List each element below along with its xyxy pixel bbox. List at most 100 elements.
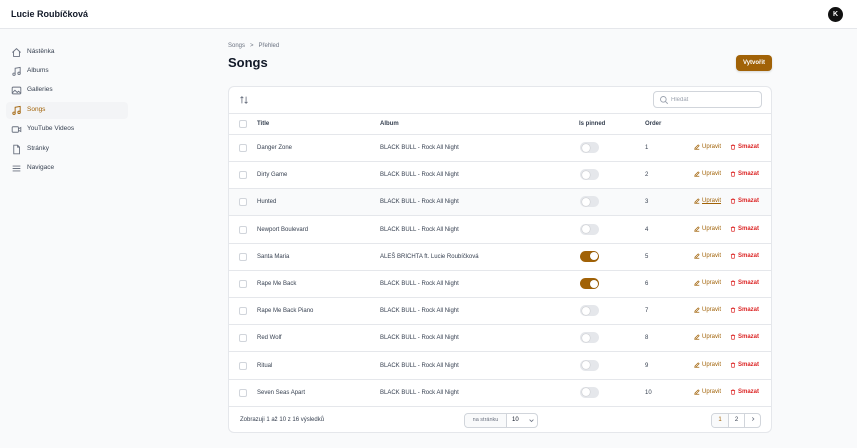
is-pinned-toggle[interactable]	[580, 169, 599, 181]
breadcrumb: Songs > Přehled	[228, 43, 279, 49]
sidebar-item-songs[interactable]: Songs	[6, 102, 128, 119]
edit-button[interactable]: Upravit	[694, 362, 721, 368]
row-checkbox[interactable]	[239, 252, 247, 261]
edit-button[interactable]: Upravit	[694, 307, 721, 313]
edit-button[interactable]: Upravit	[694, 389, 721, 395]
sidebar-item-stranky[interactable]: Stránky	[6, 141, 128, 158]
table-row[interactable]: Hunted BLACK BULL - Rock All Night 3 Upravi…	[229, 189, 771, 217]
edit-button[interactable]: Upravit	[694, 280, 721, 286]
delete-button[interactable]: Smazat	[730, 362, 759, 368]
delete-button[interactable]: Smazat	[730, 226, 759, 232]
page-1-button[interactable]: 1	[712, 414, 728, 427]
row-checkbox[interactable]	[239, 307, 247, 316]
brand-title[interactable]: Lucie Roubíčková	[11, 9, 88, 19]
edit-button[interactable]: Upravit	[694, 253, 721, 259]
music-note-icon	[11, 66, 22, 77]
delete-button[interactable]: Smazat	[730, 171, 759, 177]
edit-button[interactable]: Upravit	[694, 226, 721, 232]
delete-button[interactable]: Smazat	[730, 307, 759, 313]
pagination-summary: Zobrazuji 1 až 10 z 16 výsledků	[240, 417, 325, 423]
pencil-icon	[694, 253, 700, 259]
pencil-icon	[694, 307, 700, 313]
delete-label: Smazat	[738, 307, 760, 314]
edit-button[interactable]: Upravit	[694, 334, 721, 340]
delete-button[interactable]: Smazat	[730, 253, 759, 259]
song-album: BLACK BULL - Rock All Night	[380, 145, 459, 151]
search-input[interactable]	[671, 94, 759, 106]
toggle-knob	[581, 225, 590, 234]
table-row[interactable]: Rape Me Back BLACK BULL - Rock All Night 6…	[229, 271, 771, 298]
row-checkbox[interactable]	[239, 225, 247, 234]
is-pinned-toggle[interactable]	[580, 305, 599, 317]
is-pinned-toggle[interactable]	[580, 359, 599, 371]
row-checkbox[interactable]	[239, 334, 247, 343]
table-row[interactable]: Dirty Game BLACK BULL - Rock All Night 2 Up…	[229, 162, 771, 190]
song-album: BLACK BULL - Rock All Night	[380, 172, 459, 179]
delete-button[interactable]: Smazat	[730, 144, 759, 150]
row-checkbox[interactable]	[239, 361, 247, 370]
edit-button[interactable]: Upravit	[694, 144, 721, 150]
sidebar-item-galleries[interactable]: Galleries	[6, 82, 128, 99]
song-title: Danger Zone	[257, 145, 293, 151]
sidebar-item-navigace[interactable]: Navigace	[6, 160, 128, 177]
delete-button[interactable]: Smazat	[730, 389, 759, 395]
trash-icon	[730, 253, 736, 259]
delete-button[interactable]: Smazat	[730, 280, 759, 286]
is-pinned-toggle[interactable]	[580, 278, 599, 289]
is-pinned-toggle[interactable]	[580, 142, 599, 153]
edit-button[interactable]: Upravit	[694, 198, 721, 204]
table-row[interactable]: Santa Maria ALEŠ BRICHTA ft. Lucie Roubíč…	[229, 244, 771, 271]
column-header-is-pinned[interactable]: Is pinned	[579, 121, 605, 127]
next-page-button[interactable]	[744, 414, 760, 427]
sort-icon[interactable]	[239, 95, 249, 105]
user-avatar[interactable]: K	[828, 7, 843, 22]
table-row[interactable]: Rape Me Back Piano BLACK BULL - Rock All …	[229, 298, 771, 326]
chevron-right-icon	[750, 417, 756, 423]
song-order: 8	[645, 335, 649, 342]
pencil-icon	[694, 334, 700, 341]
column-header-title[interactable]: Title	[257, 121, 269, 127]
row-checkbox[interactable]	[239, 388, 247, 397]
column-header-album[interactable]: Album	[380, 121, 399, 127]
page-title: Songs	[228, 55, 268, 70]
row-checkbox[interactable]	[239, 198, 247, 207]
is-pinned-toggle[interactable]	[580, 196, 599, 208]
is-pinned-toggle[interactable]	[580, 386, 599, 398]
delete-label: Smazat	[738, 334, 760, 341]
trash-icon	[730, 334, 736, 340]
table-header: Title Album Is pinned Order	[229, 113, 771, 135]
is-pinned-toggle[interactable]	[580, 250, 599, 262]
pencil-icon	[694, 171, 700, 177]
row-checkbox[interactable]	[239, 280, 247, 288]
sidebar-item-youtube-videos[interactable]: YouTube Videos	[6, 121, 128, 138]
edit-button[interactable]: Upravit	[694, 171, 721, 177]
sidebar-item-albums[interactable]: Albums	[6, 63, 128, 80]
delete-button[interactable]: Smazat	[730, 334, 759, 340]
create-button[interactable]: Vytvořit	[736, 55, 772, 71]
row-checkbox[interactable]	[239, 144, 247, 152]
is-pinned-toggle[interactable]	[580, 332, 599, 344]
row-checkbox[interactable]	[239, 171, 247, 180]
table-row[interactable]: Seven Seas Apart BLACK BULL - Rock All Ni…	[229, 380, 771, 407]
sidebar-item-nastenka[interactable]: Nástěnka	[6, 44, 128, 61]
column-header-order[interactable]: Order	[645, 121, 661, 127]
pencil-icon	[694, 225, 700, 232]
per-page-select[interactable]: na stránku 10	[464, 413, 538, 428]
table-row[interactable]: Danger Zone BLACK BULL - Rock All Night 1 U…	[229, 135, 771, 162]
table-row[interactable]: Ritual BLACK BULL - Rock All Night 9 Upravi…	[229, 353, 771, 380]
select-all-checkbox[interactable]	[239, 120, 247, 128]
delete-button[interactable]: Smazat	[730, 198, 759, 204]
is-pinned-toggle[interactable]	[580, 223, 599, 235]
toggle-knob	[581, 388, 590, 397]
trash-icon	[730, 280, 736, 286]
table-row[interactable]: Red Wolf BLACK BULL - Rock All Night 8 Upra…	[229, 325, 771, 353]
page-2-button[interactable]: 2	[728, 414, 744, 427]
edit-label: Upravit	[702, 252, 722, 259]
edit-label: Upravit	[702, 361, 722, 368]
delete-label: Smazat	[738, 361, 760, 368]
breadcrumb-root-link[interactable]: Songs	[228, 43, 245, 49]
edit-label: Upravit	[702, 280, 722, 286]
sidebar-item-label: Nástěnka	[27, 48, 55, 55]
trash-icon	[730, 198, 736, 204]
table-row[interactable]: Newport Boulevard BLACK BULL - Rock All N…	[229, 217, 771, 244]
